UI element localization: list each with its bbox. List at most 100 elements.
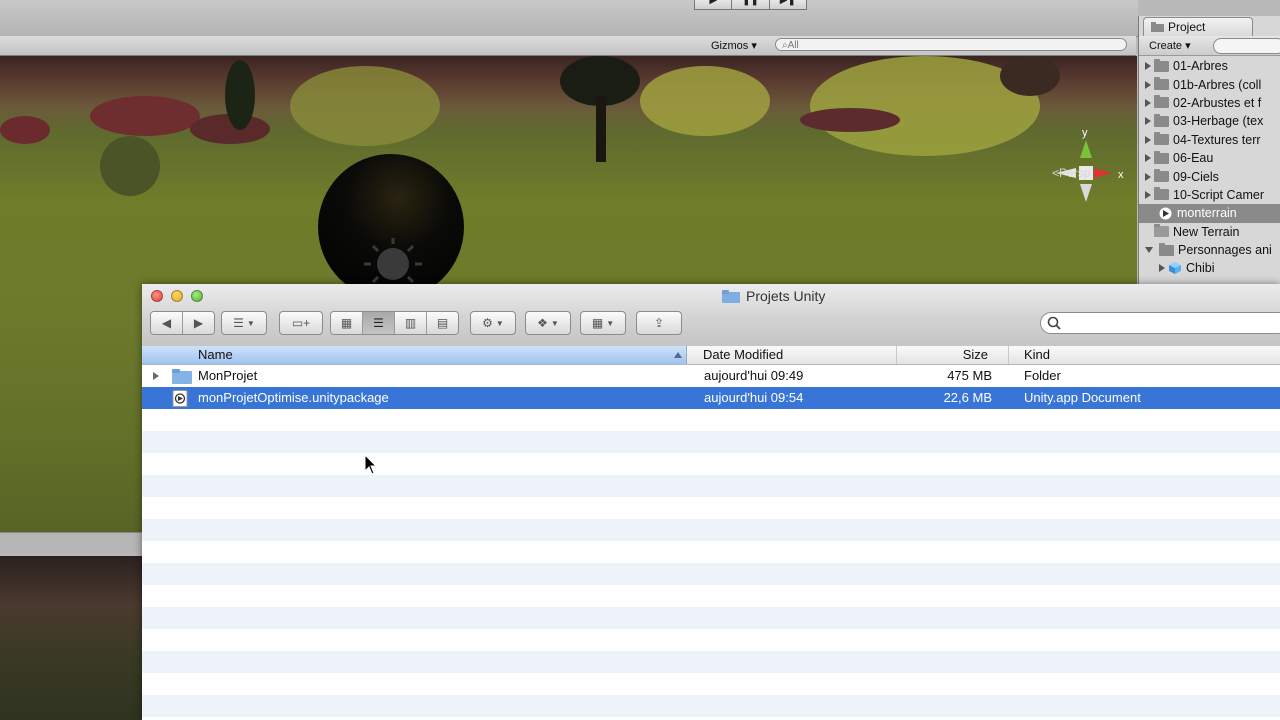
folder-icon xyxy=(1154,150,1169,164)
project-item[interactable]: 03-Herbage (tex xyxy=(1139,112,1280,130)
project-item-selected[interactable]: monterrain xyxy=(1139,204,1280,223)
project-item[interactable]: 06-Eau xyxy=(1139,149,1280,167)
empty-row xyxy=(142,475,1280,497)
folder-icon xyxy=(1154,113,1169,127)
forward-button[interactable]: ▶ xyxy=(183,312,214,334)
list-arrange-icon: ☰ xyxy=(233,316,244,330)
empty-row xyxy=(142,453,1280,475)
empty-row xyxy=(142,651,1280,673)
dropbox-button[interactable]: ❖ ▼ xyxy=(525,311,571,335)
finder-window: Projets Unity ◀ ▶ ☰ ▼ ▭+ ▦ ☰ ▥ ▤ ⚙ ▼ ❖ ▼ ▦ ▼… xyxy=(142,284,1280,720)
project-item[interactable]: Personnages ani xyxy=(1139,241,1280,259)
arrange-by-button[interactable]: ▦ ▼ xyxy=(580,311,626,335)
empty-row xyxy=(142,695,1280,717)
expand-arrow-icon[interactable] xyxy=(1145,117,1151,126)
minimize-button[interactable] xyxy=(171,290,183,302)
play-button[interactable]: ▶ xyxy=(694,0,733,10)
column-view-button[interactable]: ▥ xyxy=(395,312,427,334)
finder-titlebar: Projets Unity ◀ ▶ ☰ ▼ ▭+ ▦ ☰ ▥ ▤ ⚙ ▼ ❖ ▼ ▦ ▼… xyxy=(142,284,1280,347)
expand-arrow-icon[interactable] xyxy=(1145,190,1151,199)
project-search-input[interactable] xyxy=(1213,38,1280,54)
coverflow-icon: ▤ xyxy=(436,316,449,330)
file-row[interactable]: MonProjet aujourd'hui 09:49 475 MB Folde… xyxy=(142,365,1280,387)
back-button[interactable]: ◀ xyxy=(151,312,183,334)
search-icon xyxy=(1047,316,1061,330)
scene-gizmo-icon[interactable]: y x xyxy=(1046,118,1126,208)
tree-shape xyxy=(0,116,50,144)
chevron-down-icon: ▼ xyxy=(246,318,255,328)
expand-arrow-icon[interactable] xyxy=(1145,98,1151,107)
expand-arrow-icon[interactable] xyxy=(1145,135,1151,144)
empty-row xyxy=(142,673,1280,695)
unity-scene-icon xyxy=(1159,207,1172,220)
folder-icon xyxy=(1154,169,1169,183)
expand-arrow-icon[interactable] xyxy=(1145,172,1151,181)
step-button[interactable]: ▶❚ xyxy=(768,0,807,10)
column-header-size[interactable]: Size xyxy=(896,346,1008,364)
tree-shape xyxy=(1000,56,1060,96)
project-toolbar: Create ▾ xyxy=(1139,36,1280,56)
list-view-button[interactable]: ☰ xyxy=(363,312,395,334)
axis-x-label: x xyxy=(1118,169,1124,181)
project-item[interactable]: New Terrain xyxy=(1139,223,1280,241)
tree-shape xyxy=(90,96,200,136)
expand-arrow-icon[interactable] xyxy=(1145,80,1151,89)
zoom-button[interactable] xyxy=(191,290,203,302)
game-view-tabbar xyxy=(0,532,142,553)
tree-shape xyxy=(290,66,440,146)
tree-shape xyxy=(225,60,255,130)
camera-mode-label: <Persp xyxy=(1052,166,1091,180)
tree-shape xyxy=(800,108,900,132)
project-item[interactable]: 10-Script Camer xyxy=(1139,186,1280,204)
dropbox-icon: ❖ xyxy=(537,316,548,330)
gear-icon: ⚙ xyxy=(482,316,493,330)
scene-search-input[interactable]: ⌕All xyxy=(775,38,1127,51)
coverflow-view-button[interactable]: ▤ xyxy=(427,312,458,334)
back-arrow-icon: ◀ xyxy=(161,316,172,330)
axis-y-label: y xyxy=(1082,127,1088,139)
gizmos-dropdown[interactable]: Gizmos ▾ xyxy=(705,38,763,53)
action-button[interactable]: ⚙ ▼ xyxy=(470,311,516,335)
tree-shape xyxy=(640,66,770,136)
share-button[interactable]: ⇪ xyxy=(636,311,682,335)
pause-button[interactable]: ❚❚ xyxy=(731,0,770,10)
empty-row xyxy=(142,409,1280,431)
navigation-buttons: ◀ ▶ xyxy=(150,311,215,335)
project-item[interactable]: 09-Ciels xyxy=(1139,167,1280,185)
project-item[interactable]: 01b-Arbres (coll xyxy=(1139,75,1280,93)
arrange-grid-icon: ▦ xyxy=(591,316,604,330)
project-item[interactable]: Chibi xyxy=(1139,259,1280,277)
close-button[interactable] xyxy=(151,290,163,302)
chevron-down-icon: ▼ xyxy=(606,318,615,328)
expand-arrow-icon[interactable] xyxy=(1159,264,1165,273)
sort-ascending-icon xyxy=(674,352,682,358)
tab-project[interactable]: Project xyxy=(1143,17,1253,36)
create-dropdown[interactable]: Create ▾ xyxy=(1149,39,1191,52)
expand-arrow-icon[interactable] xyxy=(1145,62,1151,71)
share-icon: ⇪ xyxy=(653,316,665,330)
file-row-selected[interactable]: monProjetOptimise.unitypackage aujourd'h… xyxy=(142,387,1280,409)
project-item[interactable]: 01-Arbres xyxy=(1139,57,1280,75)
search-input[interactable] xyxy=(1065,315,1269,333)
empty-row xyxy=(142,497,1280,519)
column-header-date[interactable]: Date Modified xyxy=(703,346,783,364)
folder-icon xyxy=(1154,132,1169,146)
column-header-kind[interactable]: Kind xyxy=(1008,346,1280,364)
expand-arrow-icon[interactable] xyxy=(1145,154,1151,163)
project-item[interactable]: 04-Textures terr xyxy=(1139,131,1280,149)
tree-shape xyxy=(100,136,160,196)
sphere-object[interactable] xyxy=(318,154,464,300)
collapse-arrow-icon[interactable] xyxy=(1145,247,1153,254)
project-tree: 01-Arbres 01b-Arbres (coll 02-Arbustes e… xyxy=(1139,57,1280,278)
empty-row xyxy=(142,585,1280,607)
file-list: MonProjet aujourd'hui 09:49 475 MB Folde… xyxy=(142,365,1280,717)
column-header-name[interactable]: Name xyxy=(142,346,687,364)
folder-icon xyxy=(172,369,192,384)
folder-icon xyxy=(1154,187,1169,201)
arrange-button[interactable]: ☰ ▼ xyxy=(221,311,267,335)
icon-view-button[interactable]: ▦ xyxy=(331,312,363,334)
disclosure-triangle-icon[interactable] xyxy=(153,372,159,380)
finder-search[interactable] xyxy=(1040,312,1280,334)
project-item[interactable]: 02-Arbustes et f xyxy=(1139,94,1280,112)
new-folder-button[interactable]: ▭+ xyxy=(279,311,323,335)
